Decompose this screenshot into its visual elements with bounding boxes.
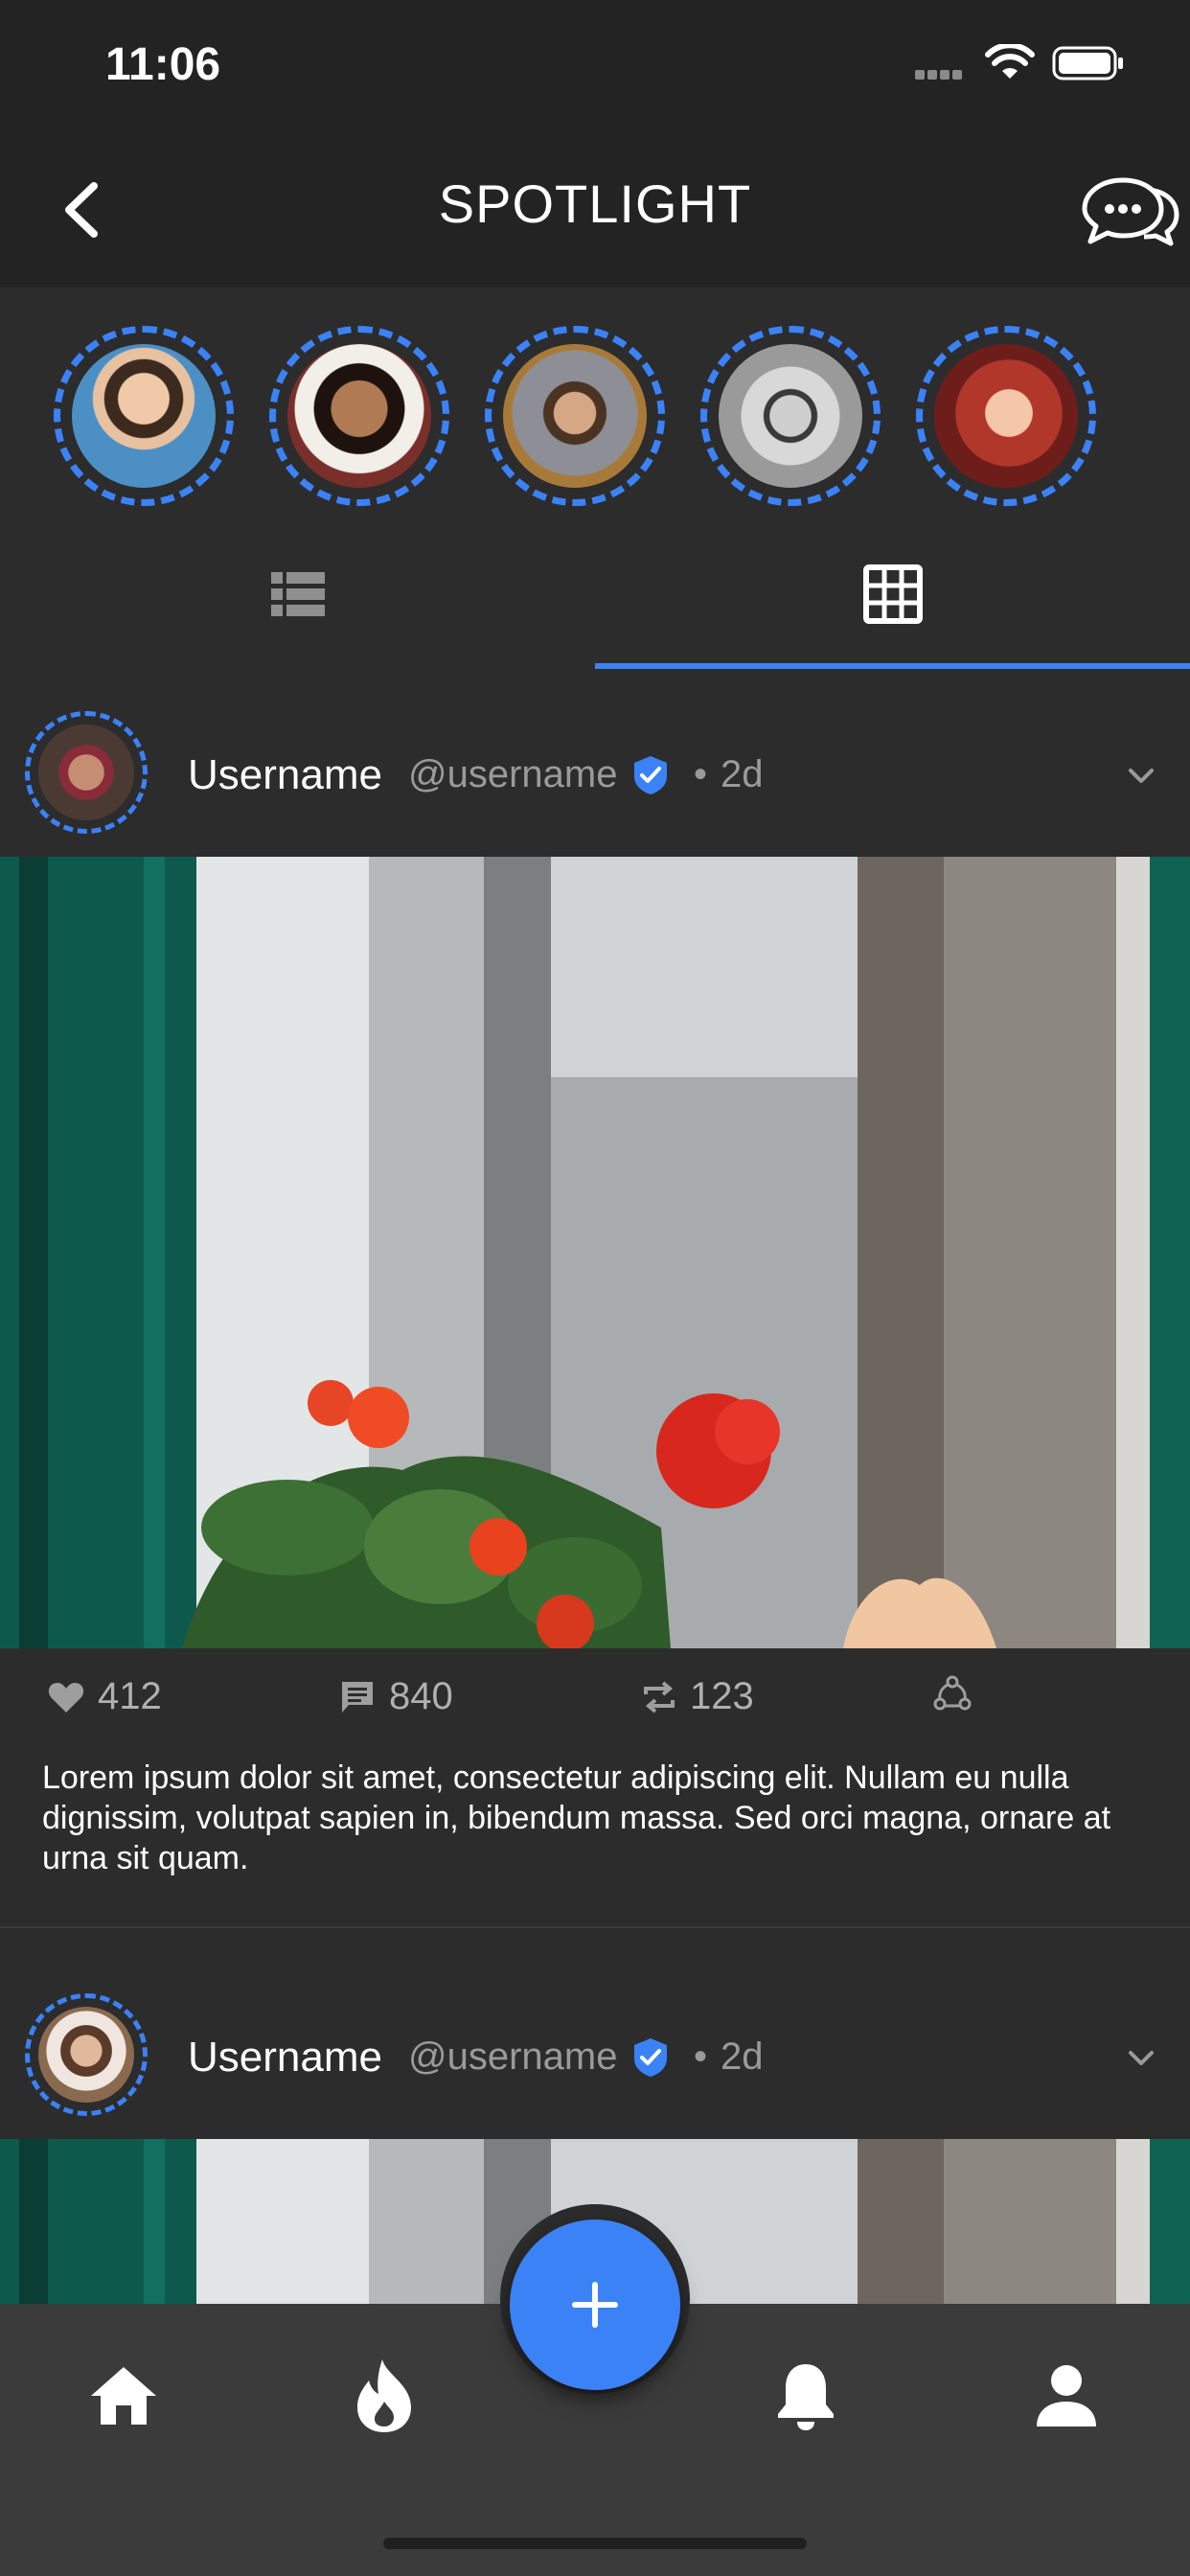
- home-icon: [91, 2367, 156, 2425]
- post-header: Username @username • 2d: [0, 675, 1190, 857]
- chevron-down-icon[interactable]: [1127, 767, 1156, 786]
- plus-icon: [572, 2282, 618, 2328]
- post-time-value: 2d: [721, 753, 764, 795]
- story-avatar[interactable]: [485, 326, 665, 506]
- status-bar: 11:06: [0, 0, 1190, 134]
- post-caption: Lorem ipsum dolor sit amet, consectetur …: [42, 1760, 1111, 1876]
- post-time-value: 2d: [721, 2036, 764, 2078]
- post-avatar[interactable]: [25, 711, 148, 834]
- story-avatar[interactable]: [700, 326, 881, 506]
- post-header: Username @username • 2d: [0, 1957, 1190, 2139]
- home-indicator: [383, 2538, 807, 2549]
- stories-row: [0, 288, 1190, 518]
- avatar: [38, 2007, 134, 2103]
- post-image[interactable]: [0, 857, 1190, 1648]
- window-flowers-photo: [0, 857, 1190, 1648]
- nav-profile[interactable]: [1023, 2353, 1110, 2439]
- repost-count: 123: [690, 1675, 754, 1717]
- avatar: [287, 344, 431, 488]
- comment-button[interactable]: 840: [339, 1675, 453, 1718]
- nav-trending[interactable]: [341, 2353, 427, 2439]
- post-handle[interactable]: @username: [408, 753, 617, 796]
- create-post-button[interactable]: [510, 2220, 680, 2390]
- avatar: [503, 344, 647, 488]
- heart-icon: [48, 1682, 84, 1713]
- wifi-icon: [985, 44, 1035, 79]
- story-avatar[interactable]: [916, 326, 1096, 506]
- battery-icon: [1052, 46, 1123, 80]
- post-username[interactable]: Username: [188, 751, 382, 799]
- bell-icon: [778, 2364, 834, 2430]
- chevron-down-icon[interactable]: [1127, 2049, 1156, 2068]
- nav-notifications[interactable]: [763, 2353, 849, 2439]
- share-nodes-icon: [933, 1675, 972, 1711]
- avatar: [934, 344, 1078, 488]
- like-count: 412: [98, 1675, 162, 1717]
- avatar: [38, 724, 134, 820]
- like-button[interactable]: 412: [48, 1675, 162, 1718]
- active-tab-indicator: [595, 663, 1190, 669]
- nav-home[interactable]: [80, 2353, 167, 2439]
- post-actions: 412 840 123: [0, 1648, 1190, 1754]
- avatar: [72, 344, 216, 488]
- share-button[interactable]: [933, 1675, 985, 1712]
- avatar: [719, 344, 862, 488]
- story-avatar[interactable]: [269, 326, 449, 506]
- status-time: 11:06: [105, 39, 221, 90]
- story-avatar[interactable]: [54, 326, 234, 506]
- chat-bubbles-icon[interactable]: [1081, 172, 1180, 249]
- cellular-signal-icon: [915, 67, 969, 80]
- post-avatar[interactable]: [25, 1993, 148, 2116]
- list-view-icon: [270, 572, 325, 616]
- verified-badge-icon: [634, 756, 667, 794]
- grid-view-icon: [862, 564, 923, 624]
- post-divider: [0, 1926, 1190, 1928]
- repost-button[interactable]: 123: [642, 1675, 754, 1718]
- comment-icon: [342, 1681, 373, 1713]
- user-profile-icon: [1037, 2365, 1096, 2426]
- tab-grid-view[interactable]: [595, 518, 1190, 671]
- post-handle[interactable]: @username: [408, 2036, 617, 2079]
- flame-icon: [357, 2359, 411, 2432]
- view-tabs: [0, 518, 1190, 671]
- tab-list-view[interactable]: [0, 518, 595, 671]
- repost-icon: [644, 1680, 675, 1714]
- post-timestamp: • 2d: [694, 753, 764, 795]
- comment-count: 840: [389, 1675, 453, 1717]
- post-username[interactable]: Username: [188, 2034, 382, 2082]
- post-timestamp: • 2d: [694, 2036, 764, 2078]
- page-title: SPOTLIGHT: [438, 173, 752, 234]
- top-header: SPOTLIGHT: [0, 134, 1190, 288]
- verified-badge-icon: [634, 2038, 667, 2077]
